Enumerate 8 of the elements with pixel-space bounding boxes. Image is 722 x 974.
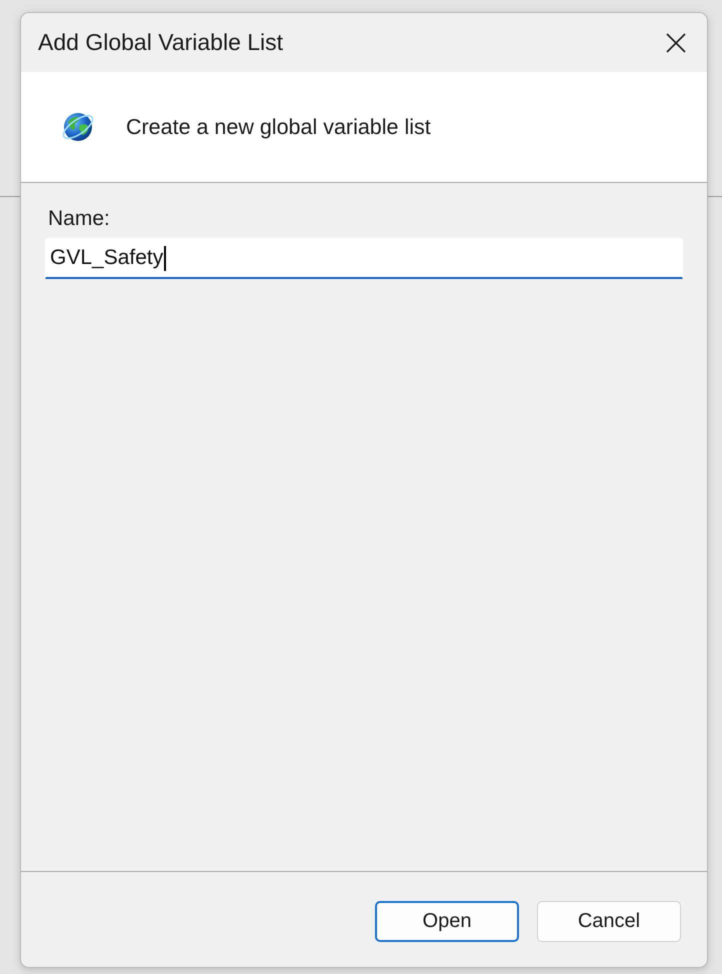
header-text: Create a new global variable list bbox=[126, 114, 431, 140]
dialog-button[interactable]: Cancel bbox=[537, 901, 681, 942]
dialog-button[interactable]: Open bbox=[375, 901, 519, 942]
close-icon bbox=[666, 32, 686, 52]
window-title: Add Global Variable List bbox=[38, 29, 284, 56]
name-label: Name: bbox=[48, 207, 110, 231]
text-cursor-icon bbox=[164, 246, 166, 270]
name-input-field[interactable]: GVL_Safety bbox=[45, 238, 683, 279]
